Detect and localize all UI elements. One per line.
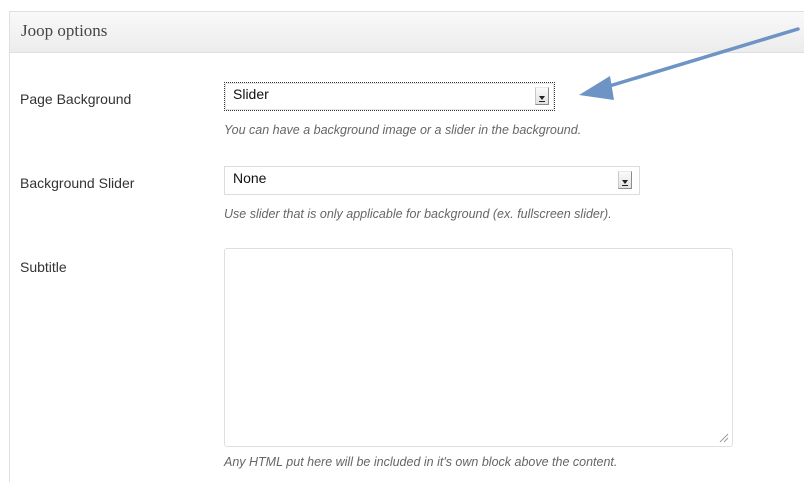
page-background-selected-value: Slider <box>233 86 269 102</box>
background-slider-label: Background Slider <box>20 175 135 191</box>
page-background-help: You can have a background image or a sli… <box>224 123 582 137</box>
metabox-header[interactable]: Joop options <box>10 12 804 53</box>
background-slider-select[interactable]: None <box>224 166 640 195</box>
subtitle-help: Any HTML put here will be included in it… <box>224 455 618 469</box>
page-background-label: Page Background <box>20 91 132 107</box>
subtitle-label: Subtitle <box>20 259 67 275</box>
page: Joop options Page Background Slider You … <box>0 0 804 482</box>
background-slider-help: Use slider that is only applicable for b… <box>224 207 612 221</box>
background-slider-selected-value: None <box>233 170 267 186</box>
subtitle-textarea[interactable] <box>224 248 733 447</box>
joop-options-metabox: Joop options Page Background Slider You … <box>9 11 804 482</box>
chevron-down-icon[interactable] <box>618 171 632 189</box>
page-background-select[interactable]: Slider <box>224 82 555 111</box>
chevron-down-icon[interactable] <box>535 87 549 105</box>
metabox-title: Joop options <box>21 21 108 40</box>
resize-grip-icon[interactable] <box>717 431 729 443</box>
